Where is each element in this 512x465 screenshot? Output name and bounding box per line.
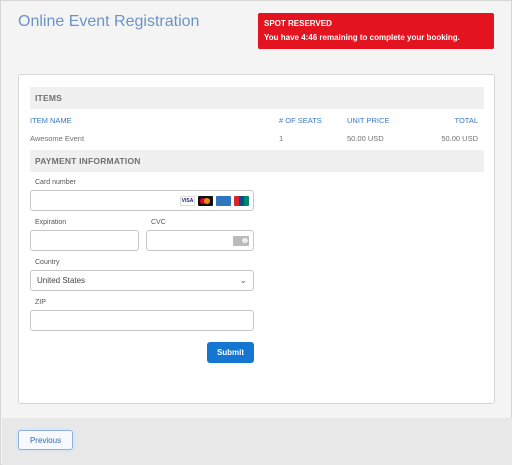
alert-countdown-text: You have 4:46 remaining to complete your… <box>264 33 460 42</box>
expiration-label: Expiration <box>35 219 67 226</box>
cvc-field[interactable] <box>146 230 254 251</box>
country-selected-value: United States <box>37 276 86 285</box>
item-unit-price-cell: 50.00 USD <box>347 134 384 143</box>
zip-field[interactable] <box>30 310 254 331</box>
item-name-cell: Awesome Event <box>30 134 85 143</box>
chevron-down-icon: ⌄ <box>239 275 247 285</box>
country-select[interactable]: United States ⌄ <box>30 270 254 291</box>
expiration-input[interactable] <box>31 231 138 250</box>
expiration-field[interactable] <box>30 230 139 251</box>
page-frame: Online Event Registration SPOT RESERVED … <box>0 0 512 465</box>
zip-input[interactable] <box>31 311 253 330</box>
card-brand-icons: VISA <box>180 196 249 206</box>
alert-title: SPOT RESERVED <box>264 19 332 28</box>
page-title: Online Event Registration <box>18 13 200 30</box>
column-header-item-name: ITEM NAME <box>30 116 72 125</box>
visa-icon: VISA <box>180 196 195 206</box>
registration-card: ITEMS ITEM NAME # OF SEATS UNIT PRICE TO… <box>18 74 495 404</box>
submit-button[interactable]: Submit <box>207 342 254 363</box>
cvc-label: CVC <box>151 219 166 226</box>
item-seats-cell: 1 <box>279 134 284 143</box>
spot-reserved-alert: SPOT RESERVED You have 4:46 remaining to… <box>258 13 494 49</box>
card-number-label: Card number <box>35 179 76 186</box>
card-number-field[interactable]: VISA <box>30 190 254 211</box>
column-header-unit-price: UNIT PRICE <box>347 116 390 125</box>
item-total-cell: 50.00 USD <box>441 134 478 143</box>
column-header-seats: # OF SEATS <box>279 116 322 125</box>
previous-button[interactable]: Previous <box>18 430 73 450</box>
items-section-heading: ITEMS <box>30 87 484 109</box>
unionpay-icon <box>234 196 249 206</box>
column-header-total: TOTAL <box>454 116 478 125</box>
amex-icon <box>216 196 231 206</box>
country-label: Country <box>35 259 60 266</box>
mastercard-icon <box>198 196 213 206</box>
cvc-card-icon <box>233 236 249 246</box>
payment-section-heading: PAYMENT INFORMATION <box>30 150 484 172</box>
footer-bar <box>2 418 512 465</box>
zip-label: ZIP <box>35 299 46 306</box>
